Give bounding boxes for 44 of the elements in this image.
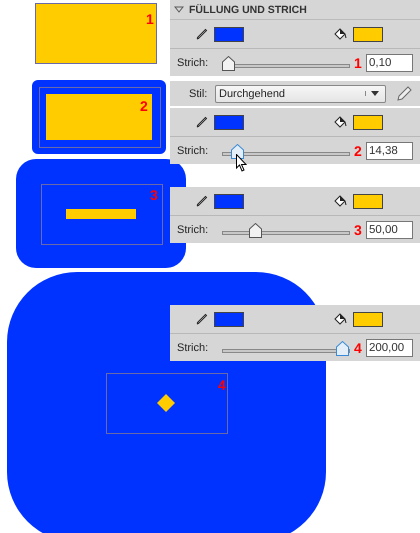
pencil-icon <box>196 195 208 207</box>
slider-thumb[interactable] <box>249 222 262 238</box>
stroke-label: Strich: <box>177 224 210 236</box>
shape-number: 4 <box>218 377 226 393</box>
style-dropdown[interactable]: Durchgehend <box>215 84 386 102</box>
stroke-slider[interactable] <box>222 222 350 238</box>
pencil-icon <box>196 313 208 325</box>
stroke-color-swatch[interactable] <box>214 114 244 130</box>
stroke-color-swatch[interactable] <box>214 312 244 326</box>
step-number: 2 <box>354 142 363 158</box>
stroke-label: Strich: <box>177 56 210 68</box>
stroke-color-swatch[interactable] <box>214 194 244 208</box>
step-number: 4 <box>354 340 363 356</box>
slider-thumb[interactable] <box>222 56 235 70</box>
shape-number: 3 <box>150 187 158 203</box>
stroke-label: Strich: <box>177 144 210 156</box>
step-number: 1 <box>354 54 363 70</box>
stroke-width-field[interactable]: 0,10 <box>366 54 413 72</box>
shape-number: 1 <box>146 11 154 27</box>
paint-bucket-icon <box>333 312 347 326</box>
pencil-icon <box>196 116 208 128</box>
paint-bucket-icon <box>333 116 347 128</box>
stroke-width-field[interactable]: 14,38 <box>366 142 413 160</box>
collapse-triangle-icon[interactable] <box>174 6 184 13</box>
stroke-width-field[interactable]: 200,00 <box>366 338 413 356</box>
pencil-icon <box>196 28 208 40</box>
fill-color-swatch[interactable] <box>353 114 383 130</box>
slider-thumb[interactable] <box>231 144 244 158</box>
caret-icon <box>365 91 379 96</box>
paint-bucket-icon <box>333 28 347 40</box>
fill-color-swatch[interactable] <box>353 312 383 326</box>
stroke-width-field[interactable]: 50,00 <box>366 220 413 238</box>
paint-bucket-icon <box>333 194 347 208</box>
stroke-label: Strich: <box>177 342 210 354</box>
slider-thumb[interactable] <box>336 340 349 356</box>
step-number: 3 <box>354 222 363 238</box>
style-label: Stil: <box>189 88 208 100</box>
stroke-color-swatch[interactable] <box>214 26 244 42</box>
fill-color-swatch[interactable] <box>353 26 383 42</box>
stroke-slider[interactable] <box>222 340 350 356</box>
shape-number: 2 <box>140 98 148 114</box>
fill-color-swatch[interactable] <box>353 194 383 208</box>
stroke-slider[interactable] <box>222 54 350 70</box>
edit-pencil-icon[interactable] <box>396 86 412 102</box>
